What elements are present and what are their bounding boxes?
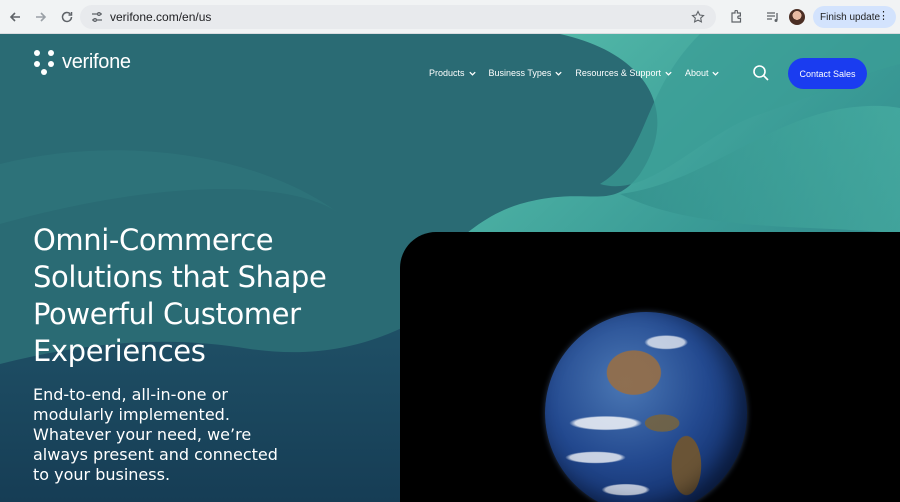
back-icon[interactable] bbox=[4, 6, 26, 28]
bookmark-star-icon[interactable] bbox=[690, 9, 706, 25]
verifone-logo-mark bbox=[32, 48, 58, 76]
hero-subtitle: End-to-end, all-in-one or modularly impl… bbox=[33, 385, 278, 484]
nav-about[interactable]: About bbox=[685, 68, 721, 78]
contact-sales-button[interactable]: Contact Sales bbox=[788, 58, 867, 89]
nav-products-label: Products bbox=[429, 68, 465, 78]
url-text[interactable]: verifone.com/en/us bbox=[110, 10, 211, 24]
more-menu-icon[interactable]: ⋮ bbox=[878, 10, 889, 22]
primary-nav: Products Business Types Resources & Supp… bbox=[429, 68, 732, 78]
site-settings-icon[interactable] bbox=[90, 10, 104, 24]
nav-business-types[interactable]: Business Types bbox=[489, 68, 564, 78]
nav-about-label: About bbox=[684, 68, 709, 78]
address-bar[interactable]: verifone.com/en/us bbox=[80, 5, 716, 29]
hero-video[interactable] bbox=[400, 232, 900, 502]
chevron-down-icon bbox=[554, 69, 563, 78]
finish-update-label: Finish update bbox=[820, 11, 881, 23]
nav-products[interactable]: Products bbox=[429, 68, 477, 78]
nav-resources-support-label: Resources & Support bbox=[575, 68, 661, 78]
nav-resources-support[interactable]: Resources & Support bbox=[575, 68, 673, 78]
nav-business-types-label: Business Types bbox=[488, 68, 552, 78]
forward-icon[interactable] bbox=[30, 6, 52, 28]
verifone-homepage: verifone Products Business Types Resourc… bbox=[0, 34, 900, 502]
chevron-down-icon bbox=[664, 69, 673, 78]
verifone-logo[interactable]: verifone bbox=[32, 48, 131, 76]
extensions-icon[interactable] bbox=[727, 8, 745, 26]
logo-wordmark: verifone bbox=[62, 50, 131, 73]
earth-globe-image bbox=[545, 312, 747, 502]
browser-toolbar: verifone.com/en/us Finish update ⋮ bbox=[0, 0, 900, 34]
chevron-down-icon bbox=[711, 69, 720, 78]
media-controls-icon[interactable] bbox=[764, 8, 782, 26]
reload-icon[interactable] bbox=[56, 6, 78, 28]
hero-title: Omni-Commerce Solutions that Shape Power… bbox=[33, 223, 327, 368]
finish-update-button[interactable]: Finish update ⋮ bbox=[813, 6, 896, 28]
profile-avatar[interactable] bbox=[789, 9, 805, 25]
chevron-down-icon bbox=[468, 69, 477, 78]
search-icon[interactable] bbox=[752, 64, 770, 82]
